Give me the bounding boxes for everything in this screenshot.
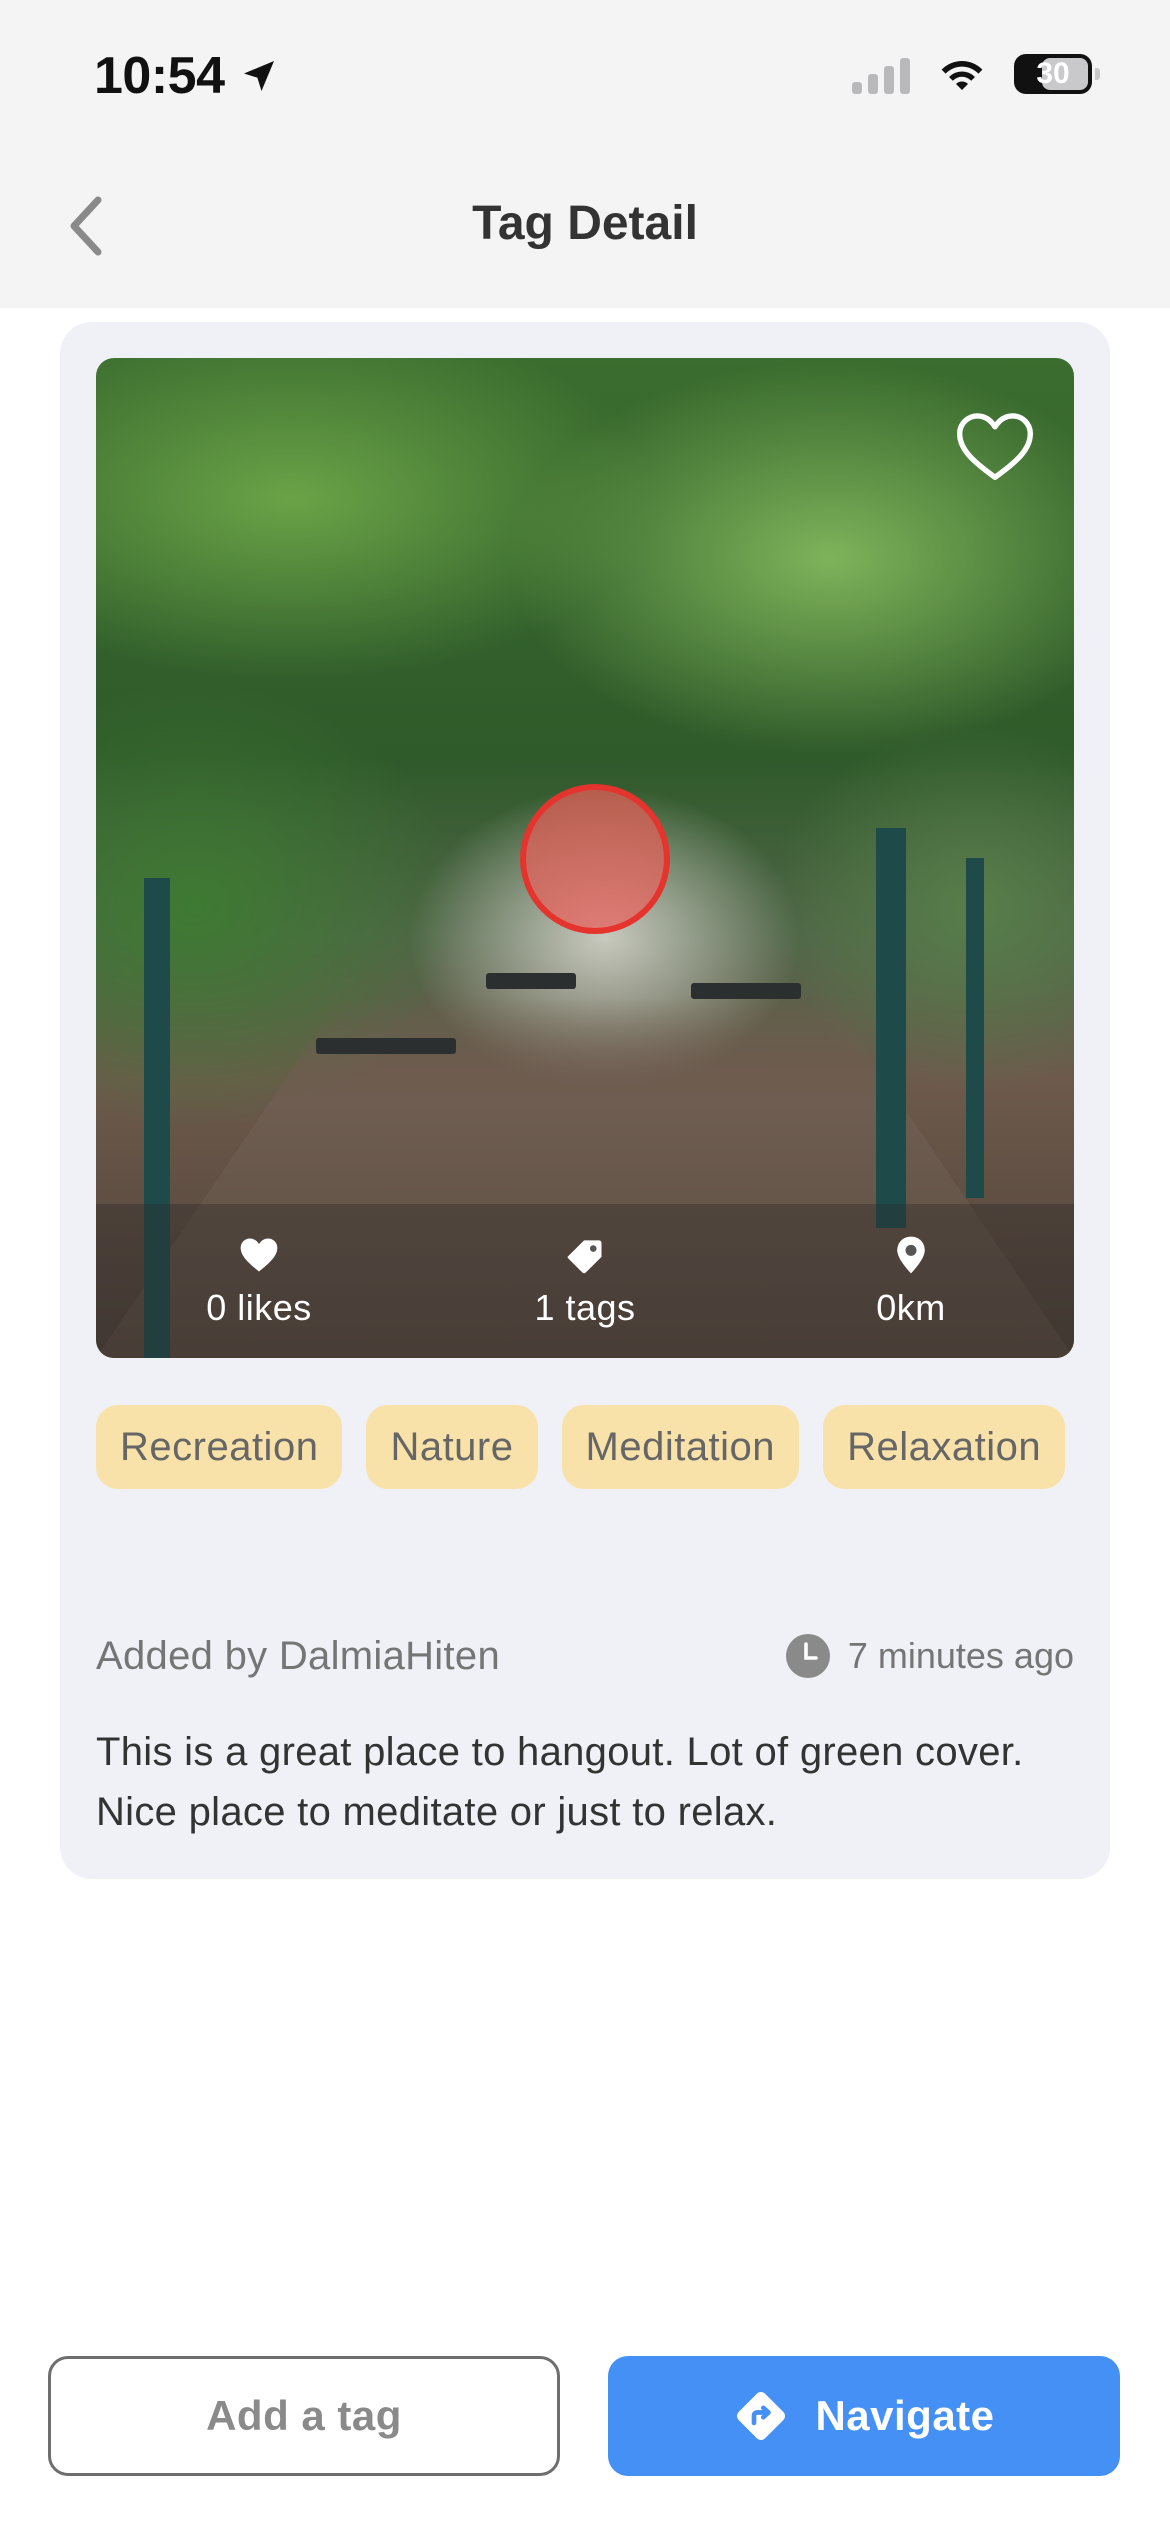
chip-recreation[interactable]: Recreation	[96, 1405, 343, 1489]
tags-stat[interactable]: 1 tags	[455, 1233, 715, 1329]
map-pin-icon	[897, 1236, 925, 1274]
photo-pillar	[966, 858, 984, 1198]
navigate-button[interactable]: Navigate	[608, 2356, 1120, 2476]
navigate-label: Navigate	[815, 2392, 995, 2439]
clock-icon	[785, 1634, 830, 1678]
add-tag-label: Add a tag	[206, 2392, 402, 2439]
top-bar: 10:54 30 Tag Detail	[0, 0, 1170, 308]
battery-icon: 30	[1014, 54, 1100, 94]
photo-bench	[691, 983, 801, 999]
added-by: Added by DalmiaHiten	[96, 1633, 500, 1678]
heart-icon	[240, 1238, 278, 1272]
likes-stat[interactable]: 0 likes	[129, 1233, 389, 1329]
clock-text: 10:54	[94, 47, 225, 105]
distance-stat[interactable]: 0km	[781, 1233, 1041, 1329]
chip-nature[interactable]: Nature	[366, 1405, 538, 1489]
cellular-signal-icon	[852, 54, 910, 94]
category-chips: Recreation Nature Meditation Relaxation	[96, 1405, 1076, 1489]
tags-count: 1 tags	[534, 1287, 636, 1328]
chip-meditation[interactable]: Meditation	[561, 1405, 800, 1489]
distance-value: 0km	[876, 1287, 946, 1328]
description: This is a great place to hangout. Lot of…	[96, 1730, 1024, 1834]
wifi-icon	[941, 60, 983, 90]
heart-outline-icon[interactable]	[954, 410, 1036, 484]
screen: 10:54 30 Tag Detail 0 likes 1 tags 0km R…	[0, 0, 1170, 2532]
meta-row: Added by DalmiaHiten 7 minutes ago	[96, 1632, 1074, 1680]
battery-level: 30	[1036, 57, 1070, 90]
time-ago: 7 minutes ago	[784, 1632, 1074, 1680]
location-arrow-icon	[243, 61, 274, 91]
tag-icon	[567, 1240, 602, 1274]
place-photo: 0 likes 1 tags 0km	[96, 358, 1074, 1358]
time-ago-text: 7 minutes ago	[847, 1635, 1074, 1676]
photo-bench	[486, 973, 576, 989]
location-marker[interactable]	[520, 784, 670, 934]
tag-detail-card: 0 likes 1 tags 0km Recreation Nature Med…	[60, 322, 1110, 1879]
status-time: 10:54	[94, 46, 279, 106]
add-tag-button[interactable]: Add a tag	[48, 2356, 560, 2476]
directions-icon	[737, 2392, 786, 2440]
likes-count: 0 likes	[206, 1287, 312, 1328]
photo-pillar	[876, 828, 906, 1228]
status-icons: 30	[852, 54, 1100, 94]
photo-bench	[316, 1038, 456, 1054]
stats-bar: 0 likes 1 tags 0km	[96, 1204, 1074, 1358]
page-title: Tag Detail	[472, 197, 698, 250]
chip-relaxation[interactable]: Relaxation	[823, 1405, 1066, 1489]
